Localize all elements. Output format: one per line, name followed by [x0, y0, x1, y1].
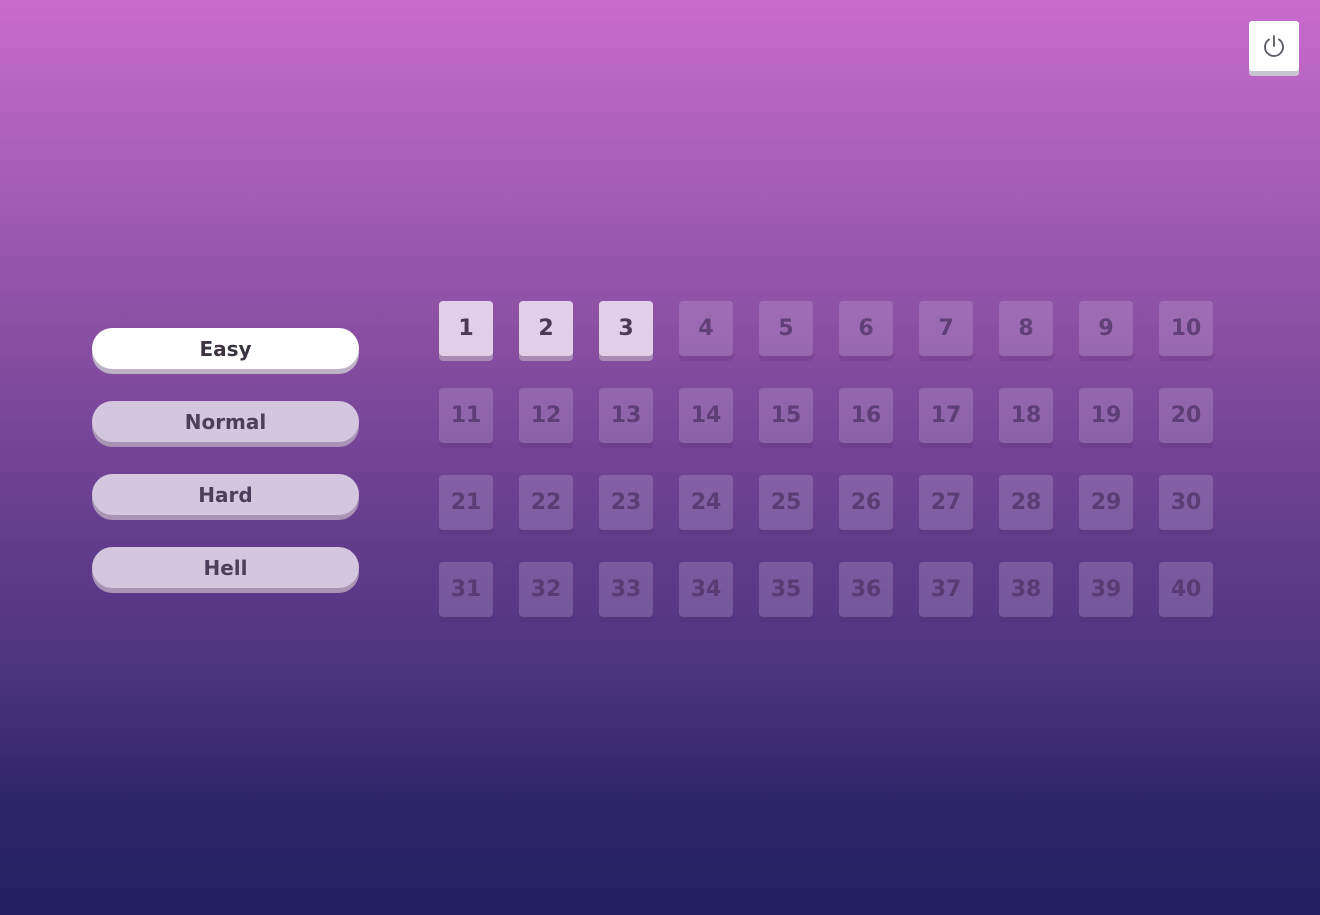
level-tile-32[interactable]: 32 — [519, 562, 573, 617]
level-tile-2[interactable]: 2 — [519, 301, 573, 356]
level-tile-23[interactable]: 23 — [599, 475, 653, 530]
level-tile-37[interactable]: 37 — [919, 562, 973, 617]
level-tile-5[interactable]: 5 — [759, 301, 813, 356]
level-tile-21[interactable]: 21 — [439, 475, 493, 530]
level-tile-9[interactable]: 9 — [1079, 301, 1133, 356]
level-tile-1[interactable]: 1 — [439, 301, 493, 356]
level-tile-7[interactable]: 7 — [919, 301, 973, 356]
level-tile-13[interactable]: 13 — [599, 388, 653, 443]
level-tile-15[interactable]: 15 — [759, 388, 813, 443]
level-tile-4[interactable]: 4 — [679, 301, 733, 356]
level-tile-24[interactable]: 24 — [679, 475, 733, 530]
level-tile-10[interactable]: 10 — [1159, 301, 1213, 356]
level-tile-16[interactable]: 16 — [839, 388, 893, 443]
power-button[interactable] — [1249, 21, 1299, 71]
level-tile-22[interactable]: 22 — [519, 475, 573, 530]
level-tile-8[interactable]: 8 — [999, 301, 1053, 356]
level-tile-38[interactable]: 38 — [999, 562, 1053, 617]
level-tile-33[interactable]: 33 — [599, 562, 653, 617]
level-tile-27[interactable]: 27 — [919, 475, 973, 530]
difficulty-hell-button[interactable]: Hell — [92, 547, 359, 588]
level-tile-3[interactable]: 3 — [599, 301, 653, 356]
level-tile-14[interactable]: 14 — [679, 388, 733, 443]
level-tile-19[interactable]: 19 — [1079, 388, 1133, 443]
level-tile-29[interactable]: 29 — [1079, 475, 1133, 530]
level-grid: 1 2 3 4 5 6 7 8 9 10 11 12 13 14 15 16 17 18 19 20 21 22 23 24 2… — [439, 301, 1213, 617]
level-tile-30[interactable]: 30 — [1159, 475, 1213, 530]
level-tile-31[interactable]: 31 — [439, 562, 493, 617]
level-tile-40[interactable]: 40 — [1159, 562, 1213, 617]
level-tile-36[interactable]: 36 — [839, 562, 893, 617]
level-tile-11[interactable]: 11 — [439, 388, 493, 443]
level-tile-20[interactable]: 20 — [1159, 388, 1213, 443]
level-tile-28[interactable]: 28 — [999, 475, 1053, 530]
level-tile-34[interactable]: 34 — [679, 562, 733, 617]
level-tile-35[interactable]: 35 — [759, 562, 813, 617]
difficulty-easy-button[interactable]: Easy — [92, 328, 359, 369]
difficulty-hard-button[interactable]: Hard — [92, 474, 359, 515]
level-tile-25[interactable]: 25 — [759, 475, 813, 530]
level-tile-12[interactable]: 12 — [519, 388, 573, 443]
level-tile-18[interactable]: 18 — [999, 388, 1053, 443]
level-tile-6[interactable]: 6 — [839, 301, 893, 356]
level-tile-26[interactable]: 26 — [839, 475, 893, 530]
difficulty-selector: Easy Normal Hard Hell — [92, 328, 359, 620]
level-tile-39[interactable]: 39 — [1079, 562, 1133, 617]
power-icon — [1264, 35, 1284, 57]
level-tile-17[interactable]: 17 — [919, 388, 973, 443]
difficulty-normal-button[interactable]: Normal — [92, 401, 359, 442]
